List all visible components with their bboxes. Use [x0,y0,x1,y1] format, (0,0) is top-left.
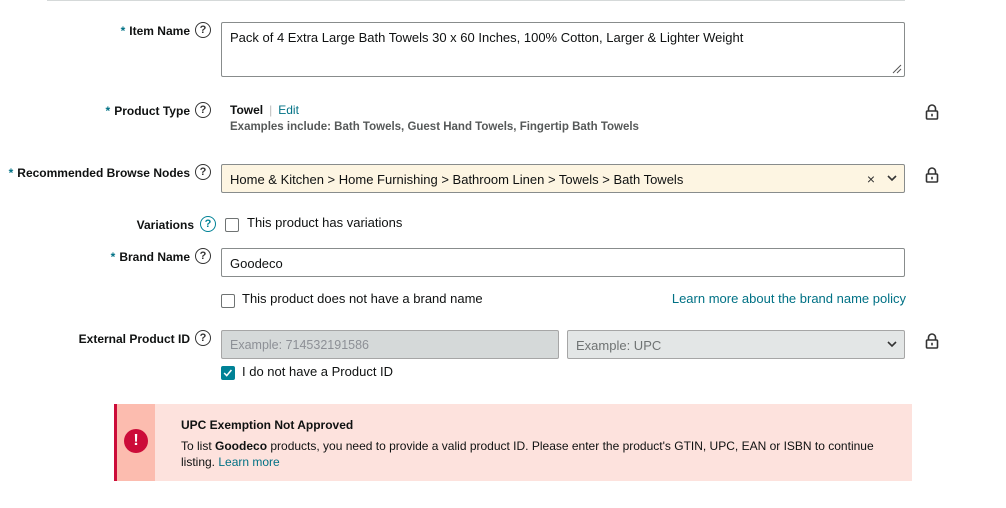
variations-checkbox[interactable] [225,218,239,232]
external-product-id-label: External Product ID [78,332,190,346]
error-icon: ! [124,429,148,453]
item-name-value: Pack of 4 Extra Large Bath Towels 30 x 6… [230,30,744,45]
product-type-label: * Product Type [105,104,190,118]
chevron-down-icon[interactable] [886,172,898,184]
no-brand-checkbox-label[interactable]: This product does not have a brand name [242,291,483,306]
product-type-row: Towel | Edit [230,103,299,117]
no-product-id-checkbox-label[interactable]: I do not have a Product ID [242,364,393,379]
lock-icon [925,333,939,349]
product-type-edit-link[interactable]: Edit [278,103,299,117]
upc-exemption-alert: ! UPC Exemption Not Approved To list Goo… [114,404,912,481]
top-divider [47,0,905,1]
browse-nodes-select[interactable]: Home & Kitchen > Home Furnishing > Bathr… [221,164,905,193]
lock-icon [925,104,939,120]
product-id-type-placeholder: Example: UPC [576,338,662,353]
brand-name-help-icon[interactable]: ? [195,248,211,264]
variations-label: Variations [136,218,194,232]
brand-name-value: Goodeco [230,256,283,271]
product-id-placeholder: Example: 714532191586 [230,338,370,352]
chevron-down-icon[interactable] [886,338,898,350]
no-product-id-checkbox[interactable] [221,366,235,380]
item-name-label: * Item Name [120,24,190,38]
product-id-input[interactable]: Example: 714532191586 [221,330,559,359]
brand-policy-link[interactable]: Learn more about the brand name policy [672,291,906,306]
alert-learn-more-link[interactable]: Learn more [218,455,279,469]
product-id-type-select[interactable]: Example: UPC [567,330,905,359]
item-name-help-icon[interactable]: ? [195,22,211,38]
resize-grip-icon[interactable] [892,64,902,74]
alert-title: UPC Exemption Not Approved [181,418,354,432]
product-type-examples: Examples include: Bath Towels, Guest Han… [230,121,639,133]
product-type-value: Towel [230,103,264,117]
variations-checkbox-label[interactable]: This product has variations [247,215,402,230]
lock-icon [925,167,939,183]
product-type-separator: | [269,103,273,117]
product-type-help-icon[interactable]: ? [195,102,211,118]
clear-icon[interactable]: × [867,171,875,187]
browse-nodes-help-icon[interactable]: ? [195,164,211,180]
browse-nodes-label: * Recommended Browse Nodes [8,166,190,180]
checkmark-icon [223,369,233,377]
external-product-id-help-icon[interactable]: ? [195,330,211,346]
browse-nodes-value: Home & Kitchen > Home Furnishing > Bathr… [230,172,684,187]
item-name-textarea[interactable]: Pack of 4 Extra Large Bath Towels 30 x 6… [221,22,905,77]
brand-name-label: * Brand Name [110,250,190,264]
variations-help-icon[interactable]: ? [200,216,216,232]
alert-message: To list Goodeco products, you need to pr… [181,439,874,469]
brand-name-input[interactable]: Goodeco [221,248,905,277]
no-brand-checkbox[interactable] [221,294,235,308]
